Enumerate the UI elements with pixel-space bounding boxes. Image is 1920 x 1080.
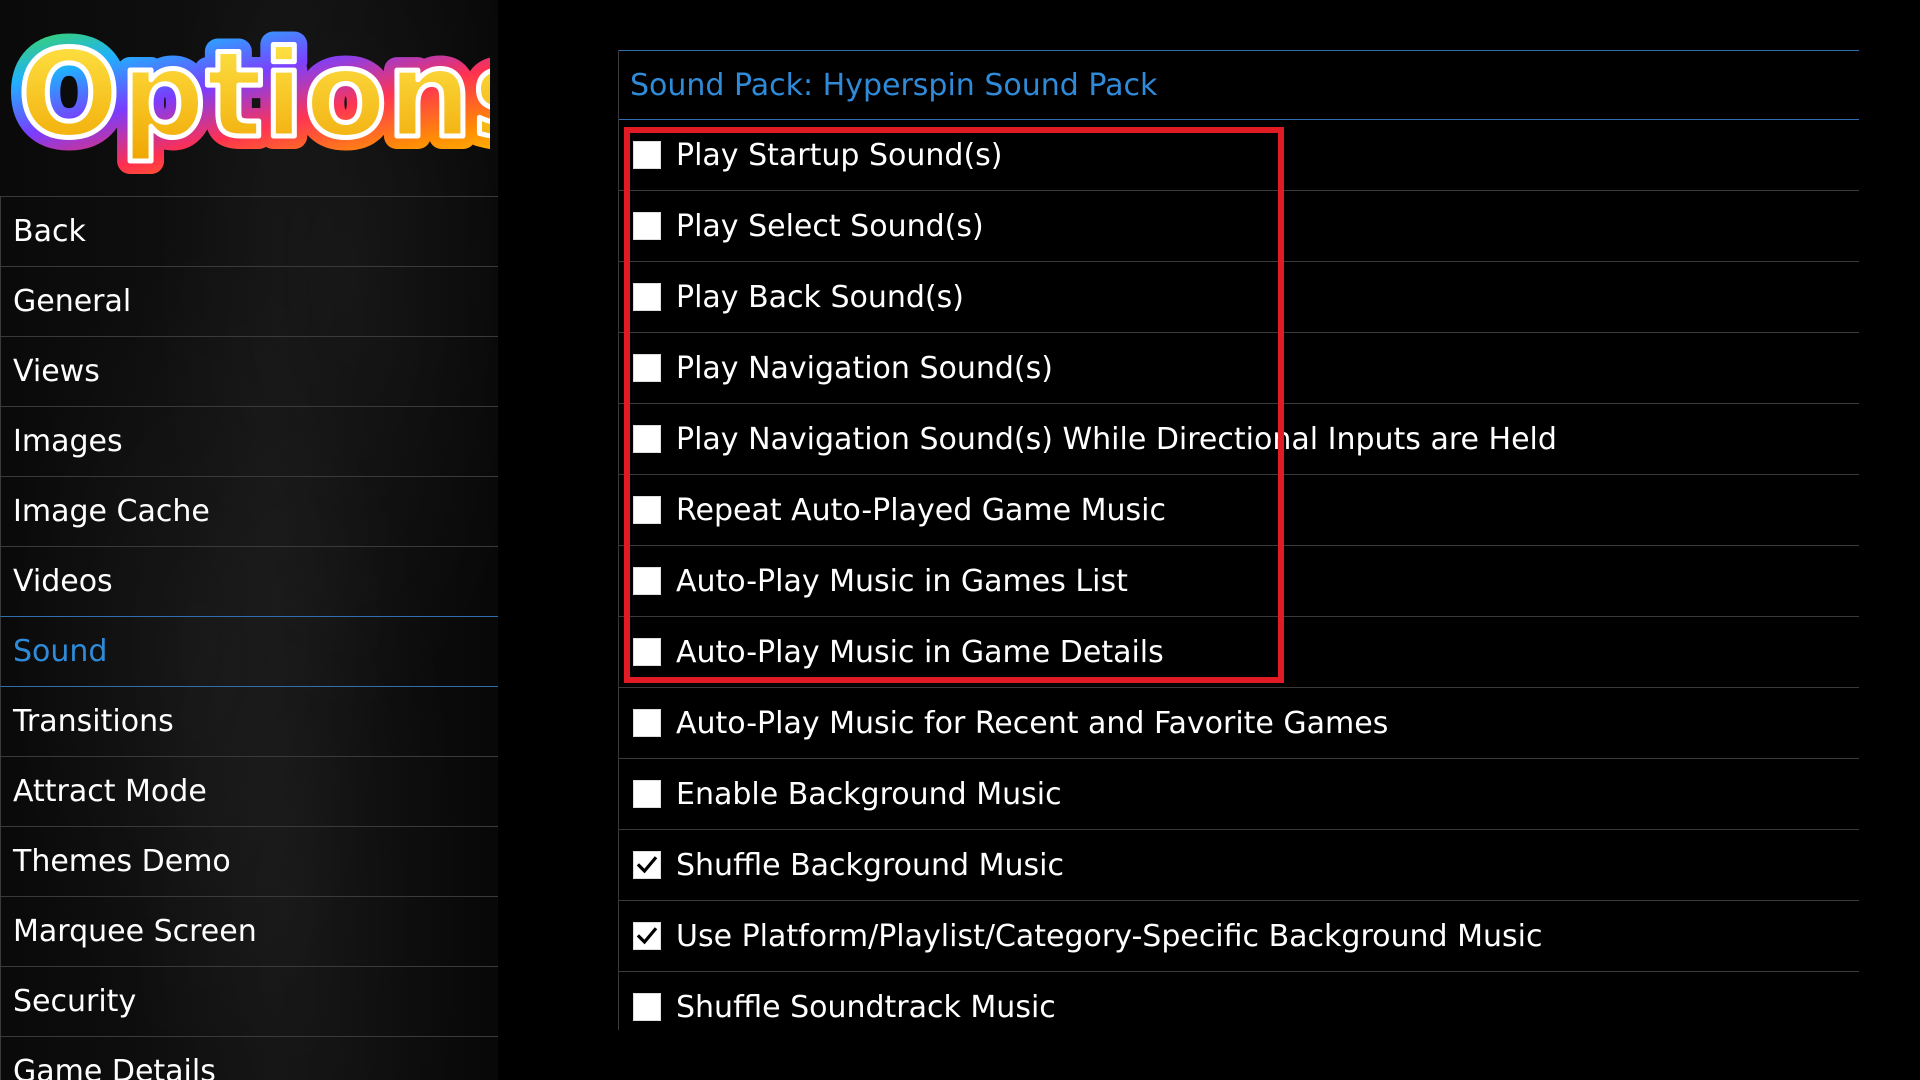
sidebar-item-label: General — [13, 284, 132, 319]
sidebar-item-game-details[interactable]: Game Details — [0, 1036, 498, 1080]
sidebar-item-sound[interactable]: Sound — [0, 616, 498, 686]
sidebar: Options Options Back General Views Images Im… — [0, 0, 498, 1080]
sound-pack-selector[interactable]: Sound Pack: Hyperspin Sound Pack — [619, 50, 1859, 120]
sidebar-item-label: Attract Mode — [13, 774, 207, 809]
sidebar-item-label: Transitions — [13, 704, 174, 739]
checkbox-checked[interactable] — [633, 922, 661, 950]
option-row[interactable]: Enable Background Music — [619, 759, 1859, 830]
sidebar-item-label: Game Details — [13, 1054, 216, 1080]
checkbox-unchecked[interactable] — [633, 567, 661, 595]
sidebar-item-videos[interactable]: Videos — [0, 546, 498, 616]
sidebar-item-label: Videos — [13, 564, 113, 599]
checkbox-unchecked[interactable] — [633, 780, 661, 808]
checkmark-icon — [636, 856, 658, 874]
checkbox-unchecked[interactable] — [633, 141, 661, 169]
checkmark-icon — [636, 927, 658, 945]
option-row[interactable]: Play Startup Sound(s) — [619, 120, 1859, 191]
sidebar-item-label: Security — [13, 984, 137, 1019]
option-label: Use Platform/Playlist/Category-Specific … — [676, 918, 1543, 954]
option-label: Shuffle Background Music — [676, 847, 1064, 883]
options-logo-graphic: Options Options — [5, 13, 498, 178]
option-label: Play Back Sound(s) — [676, 279, 964, 315]
sidebar-item-label: Image Cache — [13, 494, 210, 529]
option-label: Auto-Play Music in Game Details — [676, 634, 1164, 670]
sidebar-item-back[interactable]: Back — [0, 196, 498, 266]
sidebar-item-label: Back — [13, 214, 86, 249]
option-row[interactable]: Auto-Play Music in Games List — [619, 546, 1859, 617]
sidebar-item-marquee-screen[interactable]: Marquee Screen — [0, 896, 498, 966]
option-row[interactable]: Play Navigation Sound(s) — [619, 333, 1859, 404]
sound-options-list: Play Startup Sound(s) Play Select Sound(s… — [619, 120, 1859, 1030]
option-label: Play Select Sound(s) — [676, 208, 984, 244]
option-row[interactable]: Play Back Sound(s) — [619, 262, 1859, 333]
checkbox-unchecked[interactable] — [633, 993, 661, 1021]
option-row[interactable]: Play Navigation Sound(s) While Direction… — [619, 404, 1859, 475]
option-label: Play Navigation Sound(s) — [676, 350, 1053, 386]
option-row[interactable]: Auto-Play Music for Recent and Favorite … — [619, 688, 1859, 759]
sidebar-item-label: Sound — [13, 634, 108, 669]
sound-options-panel: Sound Pack: Hyperspin Sound Pack Play St… — [618, 50, 1859, 1030]
checkbox-unchecked[interactable] — [633, 709, 661, 737]
logo-text: Options — [18, 26, 490, 165]
sidebar-item-views[interactable]: Views — [0, 336, 498, 406]
option-row[interactable]: Auto-Play Music in Game Details — [619, 617, 1859, 688]
option-label: Auto-Play Music in Games List — [676, 563, 1128, 599]
sound-pack-label: Sound Pack: Hyperspin Sound Pack — [630, 67, 1158, 103]
checkbox-unchecked[interactable] — [633, 496, 661, 524]
sidebar-item-general[interactable]: General — [0, 266, 498, 336]
checkbox-unchecked[interactable] — [633, 425, 661, 453]
option-row[interactable]: Shuffle Soundtrack Music — [619, 972, 1859, 1030]
sidebar-menu: Back General Views Images Image Cache Videos S… — [0, 196, 498, 1080]
option-row[interactable]: Repeat Auto-Played Game Music — [619, 475, 1859, 546]
sidebar-item-image-cache[interactable]: Image Cache — [0, 476, 498, 546]
option-label: Repeat Auto-Played Game Music — [676, 492, 1166, 528]
checkbox-unchecked[interactable] — [633, 638, 661, 666]
checkbox-unchecked[interactable] — [633, 354, 661, 382]
sidebar-item-label: Themes Demo — [13, 844, 231, 879]
option-label: Shuffle Soundtrack Music — [676, 989, 1056, 1025]
sidebar-item-images[interactable]: Images — [0, 406, 498, 476]
sidebar-item-label: Images — [13, 424, 123, 459]
sidebar-item-transitions[interactable]: Transitions — [0, 686, 498, 756]
sidebar-item-attract-mode[interactable]: Attract Mode — [0, 756, 498, 826]
option-row[interactable]: Use Platform/Playlist/Category-Specific … — [619, 901, 1859, 972]
checkbox-unchecked[interactable] — [633, 212, 661, 240]
sidebar-item-security[interactable]: Security — [0, 966, 498, 1036]
sidebar-item-themes-demo[interactable]: Themes Demo — [0, 826, 498, 896]
options-screen: Options Options Back General Views Images Im… — [0, 0, 1920, 1080]
options-logo: Options Options — [5, 13, 498, 178]
checkbox-unchecked[interactable] — [633, 283, 661, 311]
option-label: Enable Background Music — [676, 776, 1062, 812]
option-label: Play Navigation Sound(s) While Direction… — [676, 421, 1557, 457]
option-row[interactable]: Play Select Sound(s) — [619, 191, 1859, 262]
option-row[interactable]: Shuffle Background Music — [619, 830, 1859, 901]
checkbox-checked[interactable] — [633, 851, 661, 879]
sidebar-item-label: Marquee Screen — [13, 914, 257, 949]
sidebar-item-label: Views — [13, 354, 100, 389]
option-label: Auto-Play Music for Recent and Favorite … — [676, 705, 1389, 741]
option-label: Play Startup Sound(s) — [676, 137, 1003, 173]
